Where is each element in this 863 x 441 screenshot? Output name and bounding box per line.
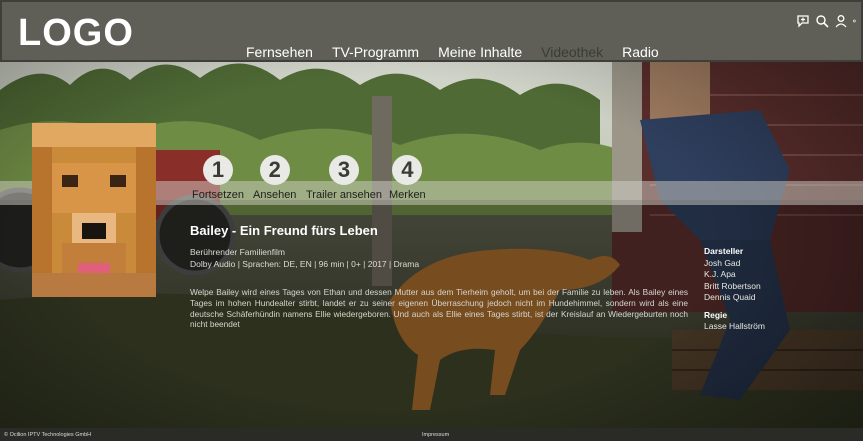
action-label: Trailer ansehen [306,189,383,201]
header-icons [796,14,859,28]
nav-item-radio[interactable]: Radio [622,44,659,61]
action-number: 2 [259,155,290,185]
nav-item-fernsehen[interactable]: Fernsehen [246,44,313,61]
cast-heading: Darsteller [704,246,744,256]
movie-detail-page: LOGO Fernsehen TV-Programm Meine Inhalte… [0,0,863,441]
nav-item-videothek[interactable]: Videothek [541,44,604,61]
cast-member: K.J. Apa [704,269,736,279]
movie-genre: Berührender Familienfilm [190,247,285,257]
watch-trailer-button[interactable]: 3 Trailer ansehen [306,155,382,201]
copyright-text: © Ocilion IPTV Technologies GmbH [4,432,92,438]
action-number: 1 [202,155,233,185]
search-icon[interactable] [815,14,829,28]
watch-button[interactable]: 2 Ansehen [253,155,296,201]
action-label: Ansehen [253,189,297,201]
impressum-link[interactable]: Impressum [422,432,449,438]
cast-member: Josh Gad [704,257,741,268]
movie-description: Welpe Bailey wird eines Tages von Ethan … [190,287,688,330]
cast-member: Britt Robertson [704,280,761,291]
movie-title: Bailey - Ein Freund fürs Leben [190,223,378,238]
logo[interactable]: LOGO [18,12,134,55]
main-nav: Fernsehen TV-Programm Meine Inhalte Vide… [246,44,678,61]
director-heading: Regie [704,309,728,320]
nav-item-tv-programm[interactable]: TV-Programm [332,44,419,61]
top-header: LOGO Fernsehen TV-Programm Meine Inhalte… [0,0,863,62]
director-name: Lasse Hallström [704,321,765,331]
credits-panel: Darsteller Josh Gad K.J. Apa Britt Rober… [704,246,765,333]
user-icon[interactable] [834,14,848,28]
chat-plus-icon[interactable] [796,14,810,28]
action-label: Fortsetzen [192,189,244,201]
cast-member: Dennis Quaid [704,292,756,302]
nav-item-meine-inhalte[interactable]: Meine Inhalte [438,44,522,61]
bookmark-button[interactable]: 4 Merken [389,155,426,201]
settings-icon[interactable] [853,14,859,28]
action-number: 4 [392,155,423,185]
movie-poster [32,123,156,297]
action-number: 3 [329,155,360,185]
resume-button[interactable]: 1 Fortsetzen [192,155,244,201]
movie-meta: Dolby Audio | Sprachen: DE, EN | 96 min … [190,259,420,269]
action-label: Merken [389,189,426,201]
